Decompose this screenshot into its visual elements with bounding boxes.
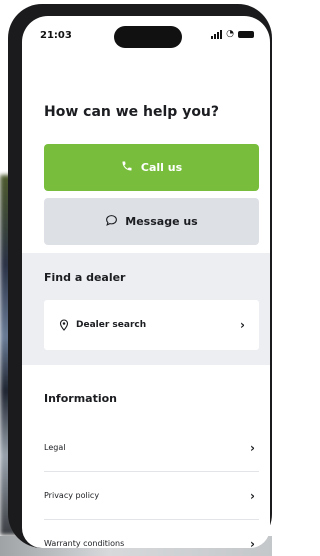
call-us-label: Call us	[140, 161, 183, 174]
chevron-right-icon: ›	[250, 440, 255, 455]
status-icons: ◔	[211, 30, 254, 39]
chat-bubble-icon	[105, 214, 118, 230]
phone-frame: 21:03 ◔ How can we help you? Call us Mes…	[8, 4, 272, 548]
info-item-label: Privacy policy	[44, 491, 100, 500]
dynamic-island	[114, 26, 182, 48]
wifi-icon: ◔	[226, 29, 234, 39]
status-bar: 21:03 ◔	[22, 16, 270, 52]
info-item-legal[interactable]: Legal ›	[44, 424, 259, 472]
chevron-right-icon: ›	[240, 318, 245, 332]
chevron-right-icon: ›	[250, 536, 255, 549]
info-item-privacy-policy[interactable]: Privacy policy ›	[44, 472, 259, 520]
message-us-button[interactable]: Message us	[44, 198, 259, 245]
info-item-warranty-conditions[interactable]: Warranty conditions ›	[44, 520, 259, 549]
dealer-search-button[interactable]: Dealer search ›	[44, 300, 259, 350]
chevron-right-icon: ›	[250, 488, 255, 503]
phone-icon	[121, 160, 133, 175]
battery-icon	[238, 31, 254, 38]
help-heading: How can we help you?	[44, 104, 220, 120]
dealer-pin-icon	[58, 319, 70, 331]
dealer-section-title: Find a dealer	[44, 271, 126, 284]
information-list: Legal › Privacy policy › Warranty condit…	[44, 424, 259, 548]
dealer-search-label: Dealer search	[76, 320, 147, 330]
signal-icon	[211, 30, 223, 39]
info-item-label: Legal	[44, 443, 66, 452]
info-item-label: Warranty conditions	[44, 539, 125, 548]
message-us-label: Message us	[125, 215, 198, 228]
phone-screen: 21:03 ◔ How can we help you? Call us Mes…	[22, 16, 270, 548]
status-time: 21:03	[40, 30, 72, 41]
information-title: Information	[44, 392, 117, 405]
call-us-button[interactable]: Call us	[44, 144, 259, 191]
